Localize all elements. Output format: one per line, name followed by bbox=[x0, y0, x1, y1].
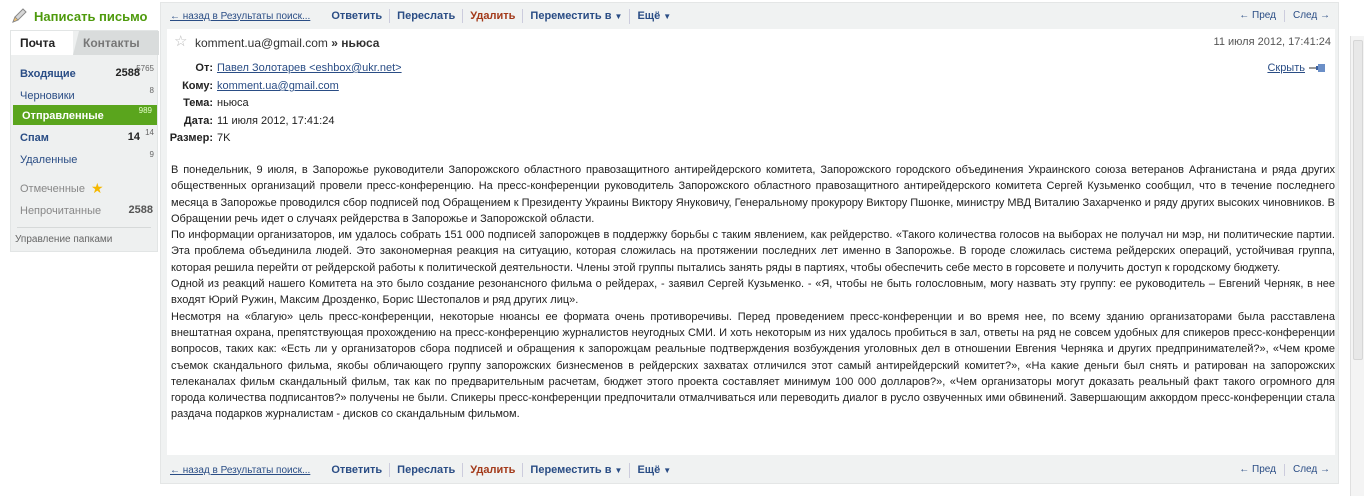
header-date: Дата: 11 июля 2012, 17:41:24 bbox=[167, 115, 967, 131]
manage-folders-link[interactable]: Управление папками bbox=[15, 234, 112, 245]
chevron-down-icon: ▼ bbox=[614, 11, 623, 21]
move-to-button[interactable]: Переместить в ▼ bbox=[523, 8, 631, 24]
more-label: Ещё bbox=[637, 463, 661, 476]
folder-unread-count: 2588 bbox=[128, 204, 153, 216]
next-link[interactable]: След → bbox=[1293, 10, 1330, 22]
divider bbox=[17, 227, 151, 228]
back-to-results-link[interactable]: ← назад в Результаты поиск... bbox=[170, 11, 310, 22]
divider bbox=[1283, 464, 1285, 476]
hide-label: Скрыть bbox=[1267, 62, 1305, 74]
body-paragraph: Одной из реакций нашего Комитета на это … bbox=[171, 278, 1335, 307]
folder-total-count: 989 bbox=[138, 106, 152, 115]
header-label: От: bbox=[195, 62, 213, 74]
reply-button[interactable]: Ответить bbox=[324, 463, 391, 477]
folder-total-count: 9 bbox=[149, 150, 154, 159]
star-icon: ★ bbox=[91, 180, 104, 196]
folder-label: Отправленные bbox=[22, 110, 104, 122]
star-icon[interactable]: ☆ bbox=[174, 32, 187, 50]
header-label: Тема: bbox=[183, 97, 213, 109]
header-from: От: Павел Золотарев <eshbox@ukr.net> bbox=[167, 62, 967, 78]
message-view: ☆ komment.ua@gmail.com » ньюса 11 июля 2… bbox=[167, 29, 1335, 455]
chevron-down-icon: ▼ bbox=[663, 11, 672, 21]
message-body: В понедельник, 9 июля, в Запорожье руков… bbox=[171, 162, 1335, 423]
folder-total-count: 8 bbox=[149, 86, 154, 95]
body-paragraph: По информации организаторов, им удалось … bbox=[171, 229, 1335, 274]
header-label: Дата: bbox=[183, 115, 213, 127]
folder-total-count: 5765 bbox=[136, 64, 154, 73]
header-date-value: 11 июля 2012, 17:41:24 bbox=[217, 115, 335, 127]
header-subject: Тема: ньюса bbox=[167, 97, 967, 113]
folder-total-count: 14 bbox=[145, 128, 154, 137]
move-label: Переместить в bbox=[530, 463, 612, 476]
message-summary: ☆ komment.ua@gmail.com » ньюса 11 июля 2… bbox=[167, 29, 1335, 53]
bottom-toolbar: ← назад в Результаты поиск... Ответить П… bbox=[161, 457, 1338, 483]
header-label: Кому: bbox=[182, 80, 213, 92]
compose-label: Написать письмо bbox=[34, 8, 148, 24]
pager: ← Пред След → bbox=[1239, 10, 1330, 22]
message-frame: ← назад в Результаты поиск... Ответить П… bbox=[160, 2, 1339, 484]
body-paragraph: Несмотря на «благую» цель пресс-конферен… bbox=[171, 310, 1335, 421]
header-to: Кому: komment.ua@gmail.com bbox=[167, 80, 967, 96]
folder-unread-count: 14 bbox=[127, 131, 140, 143]
folder-label: Удаленные bbox=[20, 154, 78, 166]
message-summary-text: komment.ua@gmail.com » ньюса bbox=[195, 36, 379, 50]
folder-label: Отмеченные bbox=[20, 183, 85, 195]
tab-contacts[interactable]: Контакты bbox=[73, 31, 159, 55]
next-link[interactable]: След → bbox=[1293, 464, 1330, 476]
header-to-value[interactable]: komment.ua@gmail.com bbox=[217, 80, 339, 92]
tab-mail[interactable]: Почта bbox=[11, 31, 73, 55]
reply-button[interactable]: Ответить bbox=[324, 9, 391, 23]
header-size: Размер: 7K bbox=[167, 132, 967, 148]
scrollbar[interactable] bbox=[1350, 36, 1364, 496]
folder-flagged[interactable]: Отмеченные ★ bbox=[11, 178, 159, 198]
folder-drafts[interactable]: Черновики 8 bbox=[11, 85, 159, 105]
summary-sender: komment.ua@gmail.com bbox=[195, 36, 328, 50]
header-size-value: 7K bbox=[217, 132, 231, 144]
folder-spam[interactable]: Спам 14 14 bbox=[11, 127, 159, 147]
folder-unread[interactable]: Непрочитанные 2588 bbox=[11, 200, 159, 220]
move-to-button[interactable]: Переместить в ▼ bbox=[523, 462, 631, 478]
forward-button[interactable]: Переслать bbox=[390, 463, 464, 477]
prev-link[interactable]: ← Пред bbox=[1239, 10, 1276, 22]
delete-button[interactable]: Удалить bbox=[463, 9, 524, 23]
sidebar: Почта Контакты Входящие 2588 5765 Чернов… bbox=[10, 30, 159, 252]
forward-button[interactable]: Переслать bbox=[390, 9, 464, 23]
scrollbar-thumb[interactable] bbox=[1353, 40, 1363, 360]
more-button[interactable]: Ещё ▼ bbox=[630, 463, 678, 478]
summary-date: 11 июля 2012, 17:41:24 bbox=[1213, 36, 1331, 48]
move-label: Переместить в bbox=[530, 9, 612, 22]
folder-label: Входящие bbox=[20, 68, 76, 80]
folder-inbox[interactable]: Входящие 2588 5765 bbox=[11, 63, 159, 83]
divider bbox=[1283, 10, 1285, 22]
delete-button[interactable]: Удалить bbox=[463, 463, 524, 477]
body-paragraph: В понедельник, 9 июля, в Запорожье руков… bbox=[171, 164, 1335, 225]
more-label: Ещё bbox=[637, 9, 661, 22]
folder-label: Непрочитанные bbox=[20, 205, 102, 217]
pager: ← Пред След → bbox=[1239, 464, 1330, 476]
pin-icon bbox=[1309, 64, 1325, 72]
folder-label: Черновики bbox=[20, 90, 75, 102]
sidebar-tabs: Почта Контакты bbox=[11, 31, 159, 55]
chevron-down-icon: ▼ bbox=[614, 465, 623, 475]
compose-button[interactable]: Написать письмо bbox=[10, 6, 155, 26]
header-subject-value: ньюса bbox=[217, 97, 249, 109]
chevron-down-icon: ▼ bbox=[663, 465, 672, 475]
folder-label: Спам bbox=[20, 132, 49, 144]
hide-headers-link[interactable]: Скрыть bbox=[1267, 62, 1327, 74]
back-to-results-link[interactable]: ← назад в Результаты поиск... bbox=[170, 465, 310, 476]
summary-subject: » ньюса bbox=[331, 36, 380, 50]
more-button[interactable]: Ещё ▼ bbox=[630, 9, 678, 24]
folder-trash[interactable]: Удаленные 9 bbox=[11, 149, 159, 169]
pen-icon bbox=[12, 8, 27, 23]
prev-link[interactable]: ← Пред bbox=[1239, 464, 1276, 476]
header-from-value[interactable]: Павел Золотарев <eshbox@ukr.net> bbox=[217, 62, 402, 74]
folder-sent[interactable]: Отправленные 989 bbox=[13, 105, 157, 125]
header-label: Размер: bbox=[169, 132, 213, 144]
top-toolbar: ← назад в Результаты поиск... Ответить П… bbox=[161, 3, 1338, 29]
